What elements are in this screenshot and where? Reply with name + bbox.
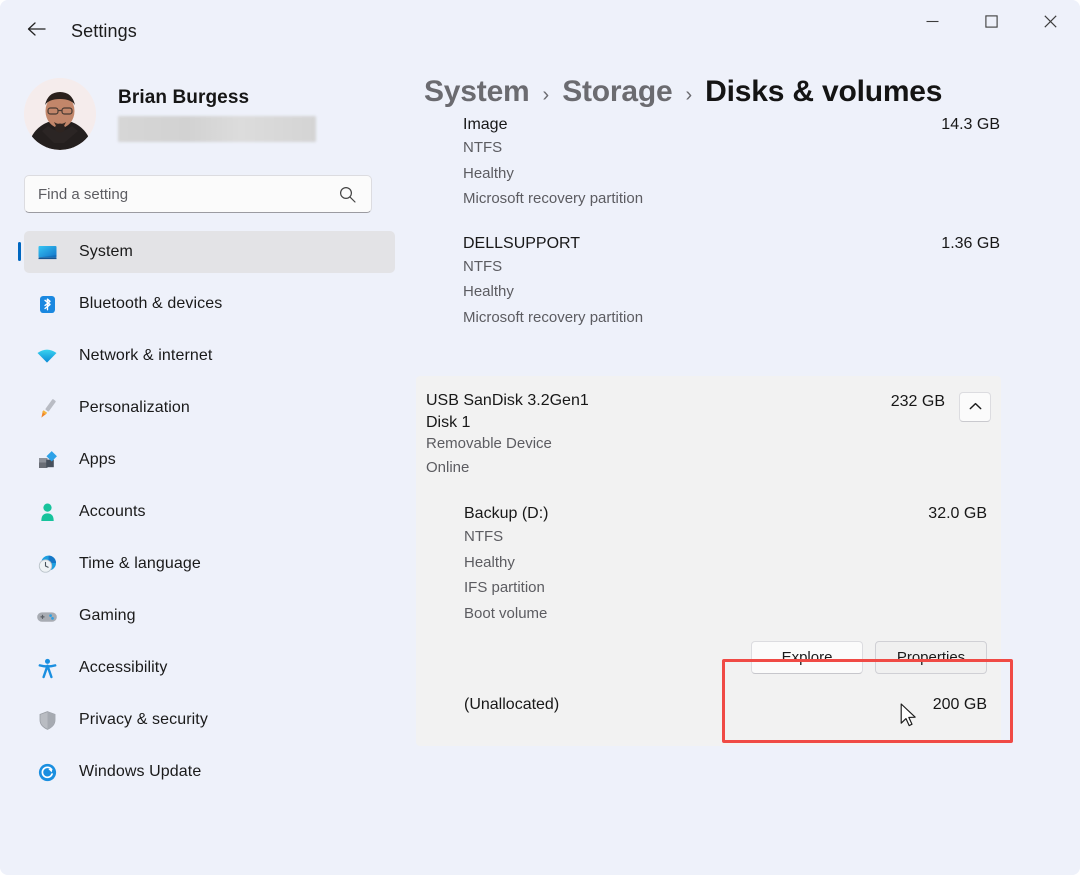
partition-name: DELLSUPPORT [463, 235, 580, 253]
partition-row[interactable]: DELLSUPPORT 1.36 GB NTFS Healthy Microso… [463, 235, 1000, 330]
window-title: Settings [71, 21, 137, 42]
disk-status: Online [426, 456, 891, 480]
partition-size: 1.36 GB [941, 235, 1000, 253]
close-icon [1044, 15, 1057, 33]
account-card[interactable]: Brian Burgess [24, 78, 400, 150]
sidebar-item-label: Gaming [79, 607, 136, 625]
sidebar-item-personalization[interactable]: Personalization [24, 387, 395, 429]
paintbrush-icon [36, 397, 58, 419]
breadcrumb-separator: › [686, 84, 693, 107]
accessibility-icon [36, 657, 58, 679]
sidebar-item-system[interactable]: System [24, 231, 395, 273]
disk-card-usb-sandisk: USB SanDisk 3.2Gen1 Disk 1 Removable Dev… [416, 376, 1001, 746]
volume-health: Healthy [464, 551, 987, 575]
unallocated-size: 200 GB [933, 696, 987, 714]
minimize-button[interactable] [903, 0, 962, 48]
sidebar-item-privacy-security[interactable]: Privacy & security [24, 699, 395, 741]
sidebar-item-label: System [79, 243, 133, 261]
sidebar-item-label: Network & internet [79, 347, 212, 365]
disk-header[interactable]: USB SanDisk 3.2Gen1 Disk 1 Removable Dev… [416, 392, 1001, 479]
breadcrumb-separator: › [543, 84, 550, 107]
partition-type: Microsoft recovery partition [463, 306, 1000, 330]
clock-icon [36, 553, 58, 575]
sidebar-nav: System Bluetooth & devices [0, 231, 400, 793]
disk-collapse-button[interactable] [959, 392, 991, 422]
sidebar-item-bluetooth-devices[interactable]: Bluetooth & devices [24, 283, 395, 325]
bluetooth-icon [36, 293, 58, 315]
user-avatar-image [24, 78, 96, 150]
breadcrumb-system[interactable]: System [424, 75, 530, 109]
unallocated-row[interactable]: (Unallocated) 200 GB [464, 696, 987, 746]
person-icon [36, 501, 58, 523]
volume-filesystem: NTFS [464, 525, 987, 549]
disk-device-type: Removable Device [426, 432, 891, 456]
disk-size: 232 GB [891, 393, 945, 411]
gamepad-icon [36, 605, 58, 627]
partition-list: Image 14.3 GB NTFS Healthy Microsoft rec… [400, 116, 1080, 329]
breadcrumb-disks-volumes: Disks & volumes [705, 75, 942, 109]
volume-boot-flag: Boot volume [464, 602, 987, 626]
sidebar-item-label: Windows Update [79, 763, 201, 781]
breadcrumb: System › Storage › Disks & volumes [424, 75, 1080, 109]
settings-window: Settings [0, 0, 1080, 875]
volume-size: 32.0 GB [928, 505, 987, 523]
volume-backup-d[interactable]: Backup (D:) 32.0 GB NTFS Healthy IFS par… [464, 505, 1001, 625]
sidebar: Brian Burgess [0, 62, 400, 875]
volume-actions: Explore Properties [416, 641, 987, 674]
close-button[interactable] [1021, 0, 1080, 48]
unallocated-label: (Unallocated) [464, 696, 559, 714]
wifi-icon [36, 345, 58, 367]
main-content: System › Storage › Disks & volumes Image… [400, 62, 1080, 875]
sidebar-item-accounts[interactable]: Accounts [24, 491, 395, 533]
account-info: Brian Burgess [118, 87, 316, 142]
partition-health: Healthy [463, 162, 1000, 186]
sidebar-item-windows-update[interactable]: Windows Update [24, 751, 395, 793]
sidebar-item-accessibility[interactable]: Accessibility [24, 647, 395, 689]
properties-button[interactable]: Properties [875, 641, 987, 674]
partition-size: 14.3 GB [941, 116, 1000, 134]
shield-icon [36, 709, 58, 731]
search-icon [338, 185, 357, 209]
account-name: Brian Burgess [118, 87, 316, 109]
sidebar-item-label: Apps [79, 451, 116, 469]
partition-filesystem: NTFS [463, 255, 1000, 279]
sidebar-item-time-language[interactable]: Time & language [24, 543, 395, 585]
avatar [24, 78, 96, 150]
chevron-up-icon [969, 398, 982, 416]
disk-header-text: USB SanDisk 3.2Gen1 Disk 1 Removable Dev… [426, 392, 891, 479]
sidebar-item-label: Privacy & security [79, 711, 208, 729]
back-button[interactable] [17, 13, 57, 49]
sidebar-item-label: Accounts [79, 503, 146, 521]
breadcrumb-storage[interactable]: Storage [562, 75, 672, 109]
disk-title: USB SanDisk 3.2Gen1 [426, 392, 891, 410]
partition-health: Healthy [463, 280, 1000, 304]
minimize-icon [926, 15, 939, 33]
sidebar-item-label: Accessibility [79, 659, 167, 677]
sidebar-item-label: Time & language [79, 555, 201, 573]
sidebar-item-network-internet[interactable]: Network & internet [24, 335, 395, 377]
partition-type: Microsoft recovery partition [463, 187, 1000, 211]
sidebar-item-gaming[interactable]: Gaming [24, 595, 395, 637]
apps-icon [36, 449, 58, 471]
back-arrow-icon [27, 21, 47, 42]
account-email-redacted [118, 116, 316, 142]
window-controls [903, 0, 1080, 48]
maximize-button[interactable] [962, 0, 1021, 48]
update-icon [36, 761, 58, 783]
maximize-icon [985, 15, 998, 33]
sidebar-item-label: Personalization [79, 399, 190, 417]
search-input[interactable] [38, 186, 328, 203]
partition-row[interactable]: Image 14.3 GB NTFS Healthy Microsoft rec… [463, 116, 1000, 211]
disk-number: Disk 1 [426, 414, 891, 432]
explore-button[interactable]: Explore [751, 641, 863, 674]
search-box[interactable] [24, 175, 372, 213]
volume-name: Backup (D:) [464, 505, 548, 523]
volume-partition-type: IFS partition [464, 576, 987, 600]
sidebar-item-apps[interactable]: Apps [24, 439, 395, 481]
monitor-icon [36, 241, 58, 263]
partition-name: Image [463, 116, 507, 134]
sidebar-item-label: Bluetooth & devices [79, 295, 222, 313]
partition-filesystem: NTFS [463, 136, 1000, 160]
titlebar: Settings [0, 0, 1080, 62]
